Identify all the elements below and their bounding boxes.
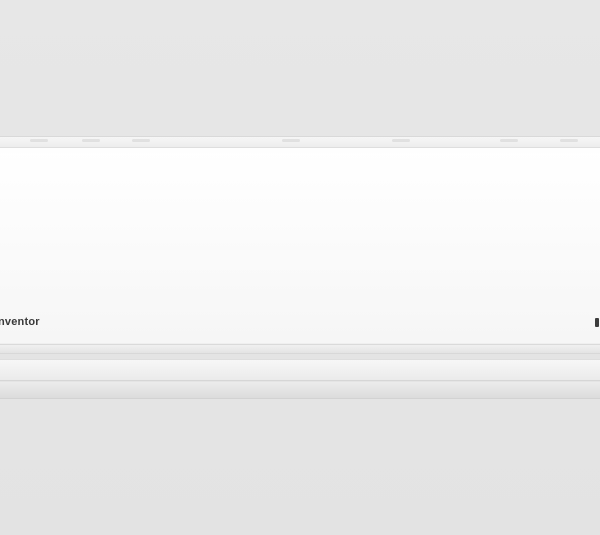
ac-front-panel — [0, 147, 600, 345]
top-clip — [560, 139, 578, 142]
display-indicator — [595, 318, 599, 327]
ac-lower-strip — [0, 344, 600, 354]
brand-logo: nventor — [0, 316, 40, 328]
top-clip — [30, 139, 48, 142]
top-clip — [132, 139, 150, 142]
top-clip — [500, 139, 518, 142]
top-clip — [82, 139, 100, 142]
ac-bottom-lip — [0, 382, 600, 399]
product-image: nventor — [0, 0, 600, 535]
top-clip — [282, 139, 300, 142]
top-clip — [392, 139, 410, 142]
ac-louver — [0, 359, 600, 381]
